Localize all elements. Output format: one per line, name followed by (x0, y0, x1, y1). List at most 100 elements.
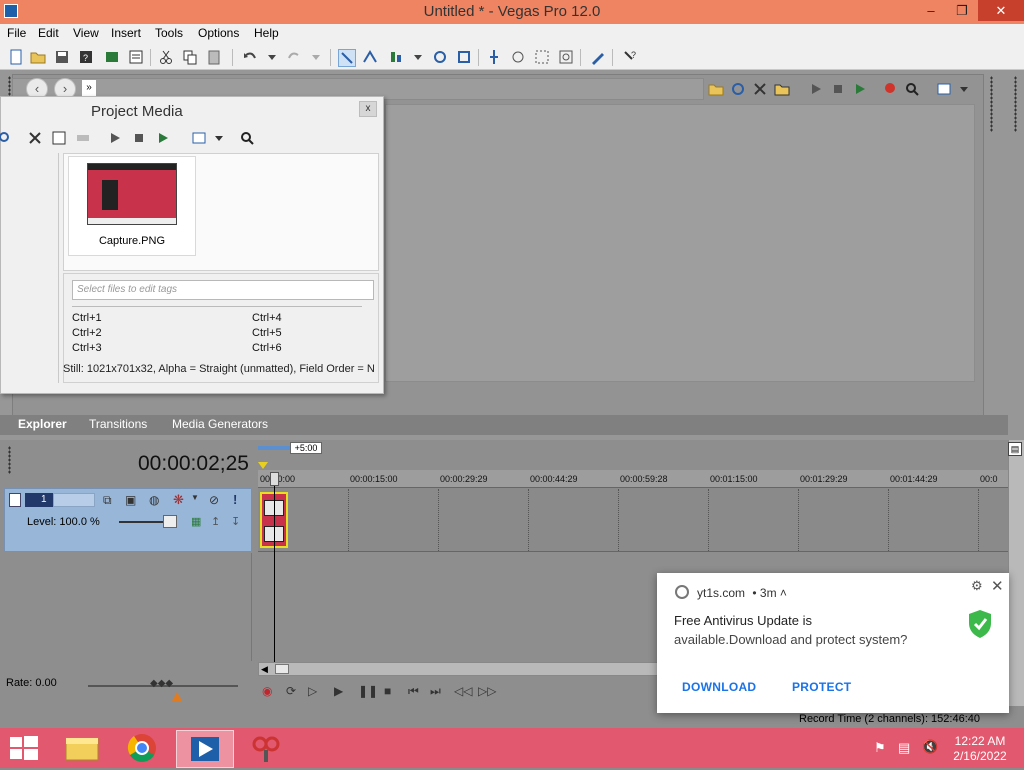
normal-edit-tool-icon[interactable] (486, 49, 502, 65)
copy-icon[interactable] (182, 49, 198, 65)
undo-dropdown-icon[interactable] (264, 49, 280, 65)
media-views-icon[interactable] (191, 130, 207, 146)
cut-icon[interactable] (158, 49, 174, 65)
fx-dropdown-icon[interactable]: ▼ (191, 493, 199, 502)
delete-icon[interactable] (752, 81, 768, 97)
record-icon[interactable]: ◉ (262, 684, 272, 698)
go-to-start-icon[interactable]: ⏮ (408, 684, 419, 699)
tag-shortcut-6[interactable]: Ctrl+6 (252, 342, 282, 354)
dock-grip-right[interactable] (990, 76, 993, 132)
level-slider-thumb[interactable] (163, 515, 177, 528)
up-folder-icon[interactable] (708, 81, 724, 97)
enable-snapping-icon[interactable] (338, 49, 356, 67)
tab-media-generators[interactable]: Media Generators (172, 417, 268, 431)
timeline-grip-icon[interactable] (8, 446, 11, 474)
next-frame-icon[interactable]: ▷▷ (478, 684, 496, 698)
auto-ripple-icon[interactable] (388, 49, 404, 65)
stop-icon[interactable]: ■ (384, 684, 391, 698)
rate-slider-thumb[interactable]: ◆◆◆ (150, 678, 173, 689)
video-track-lane[interactable] (258, 488, 1008, 552)
time-ruler[interactable]: 00:00:00 00:00:15:00 00:00:29:29 00:00:4… (258, 470, 1008, 488)
track-fx-icon[interactable]: ❋ (173, 492, 184, 508)
browser-notification[interactable]: yt1s.com • 3m ˄ ⚙ ✕ Free Antivirus Updat… (657, 573, 1009, 713)
menu-edit[interactable]: Edit (38, 26, 59, 40)
menu-insert[interactable]: Insert (111, 26, 141, 40)
volume-muted-icon[interactable]: 🔇 (922, 739, 938, 755)
restore-button[interactable]: ❐ (946, 0, 978, 21)
play-icon[interactable] (808, 81, 824, 97)
track-name-field[interactable] (53, 493, 95, 507)
views-dropdown-icon[interactable] (956, 81, 972, 97)
loop-region-bar[interactable] (258, 446, 290, 450)
scroll-left-arrow[interactable]: ◀ (261, 664, 268, 675)
chevron-down-icon[interactable]: » (82, 80, 96, 96)
tab-transitions[interactable]: Transitions (89, 417, 147, 431)
compositing-mode-icon[interactable]: ⧉ (103, 493, 112, 508)
media-properties-icon[interactable] (51, 130, 67, 146)
zoom-edit-tool-icon[interactable] (558, 49, 574, 65)
envelope-edit-tool-icon[interactable] (510, 49, 526, 65)
notification-settings-icon[interactable]: ⚙ (971, 578, 983, 594)
paste-icon[interactable] (206, 49, 222, 65)
search-icon[interactable] (904, 81, 920, 97)
track-list-icon[interactable]: ▤ (1008, 442, 1022, 456)
views-icon[interactable] (936, 81, 952, 97)
previous-frame-icon[interactable]: ◁◁ (454, 684, 472, 698)
project-media-close-button[interactable]: x (359, 101, 377, 117)
refresh-icon[interactable] (730, 81, 746, 97)
network-icon[interactable]: ▤ (898, 740, 910, 756)
marker-tag[interactable]: +5:00 (290, 442, 322, 454)
open-folder-icon[interactable] (30, 49, 46, 65)
go-to-end-icon[interactable]: ⏭ (430, 684, 441, 699)
pan-crop-icon[interactable]: ◍ (149, 493, 159, 507)
tag-shortcut-1[interactable]: Ctrl+1 (72, 312, 102, 324)
notification-close-icon[interactable]: ✕ (991, 577, 1004, 595)
redo-dropdown-icon[interactable] (308, 49, 324, 65)
play-from-start-icon[interactable]: ▷ (308, 684, 317, 698)
play-icon[interactable]: ▶ (334, 684, 343, 698)
windows-start-icon[interactable] (10, 736, 38, 760)
media-bins-tree[interactable] (1, 153, 59, 383)
menu-options[interactable]: Options (198, 26, 239, 40)
menu-view[interactable]: View (73, 26, 99, 40)
mute-icon[interactable]: ⊘ (209, 493, 219, 507)
timeline-horizontal-scrollbar[interactable]: ◀ (258, 662, 658, 676)
tag-shortcut-4[interactable]: Ctrl+4 (252, 312, 282, 324)
loop-playback-icon[interactable]: ⟳ (286, 684, 296, 698)
protect-button[interactable]: PROTECT (792, 680, 851, 694)
timeline-vertical-scrollbar[interactable] (1008, 440, 1024, 706)
playhead-cursor[interactable] (274, 474, 275, 664)
new-project-icon[interactable] (8, 49, 24, 65)
auto-crossfade-icon[interactable] (362, 49, 378, 65)
media-auto-preview-icon[interactable] (155, 130, 171, 146)
media-stop-icon[interactable] (131, 130, 147, 146)
track-collapse-icon[interactable] (9, 493, 21, 507)
ripple-dropdown-icon[interactable] (410, 49, 426, 65)
media-thumbnail[interactable]: Capture.PNG (68, 156, 196, 256)
track-up-icon[interactable]: ↥ (211, 515, 220, 528)
tag-shortcut-3[interactable]: Ctrl+3 (72, 342, 102, 354)
playhead-handle[interactable] (270, 472, 279, 486)
properties-icon[interactable] (128, 49, 144, 65)
taskbar-file-explorer-icon[interactable] (54, 730, 110, 766)
remove-media-icon[interactable] (27, 130, 43, 146)
media-search-icon[interactable] (0, 130, 13, 146)
media-views-dropdown-icon[interactable] (211, 130, 227, 146)
solo-icon[interactable]: ! (233, 492, 237, 507)
motion-icon[interactable]: ▣ (125, 493, 136, 507)
lock-envelopes-icon[interactable] (432, 49, 448, 65)
close-button[interactable]: ✕ (978, 0, 1024, 21)
video-track-header[interactable]: 1 ⧉ ▣ ◍ ❋ ▼ ⊘ ! Level: 100.0 % ▦ ↥ ↧ (4, 488, 252, 552)
render-as-icon[interactable] (104, 49, 120, 65)
download-button[interactable]: DOWNLOAD (682, 680, 756, 694)
get-media-icon[interactable] (882, 81, 898, 97)
minimize-button[interactable]: – (915, 0, 947, 21)
tag-shortcut-5[interactable]: Ctrl+5 (252, 327, 282, 339)
dock-grip-far-right[interactable] (1014, 76, 1017, 132)
tag-shortcut-2[interactable]: Ctrl+2 (72, 327, 102, 339)
taskbar-snipping-tool-icon[interactable] (238, 730, 294, 766)
media-play-icon[interactable] (107, 130, 123, 146)
pause-icon[interactable]: ❚❚ (358, 684, 378, 698)
menu-help[interactable]: Help (254, 26, 279, 40)
taskbar-vegas-icon[interactable] (176, 730, 234, 768)
